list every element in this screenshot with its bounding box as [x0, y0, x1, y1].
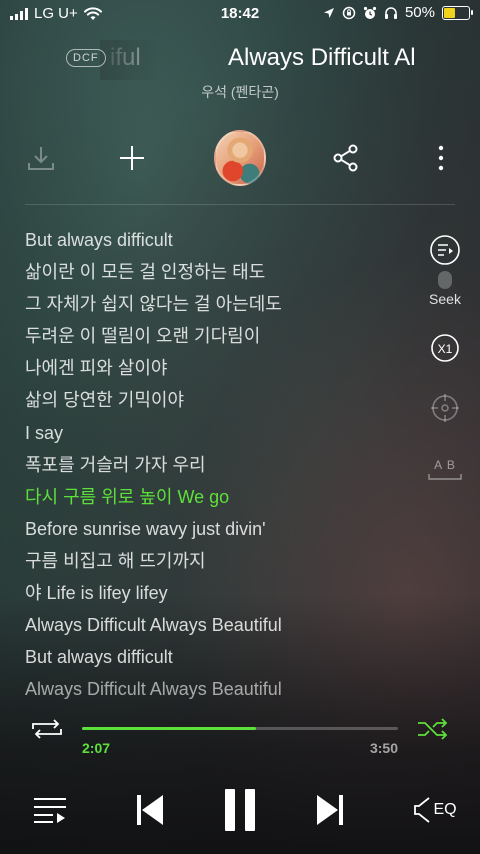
total-time: 3:50	[369, 740, 398, 756]
lyric-line[interactable]: 야 Life is lifey lifey	[25, 577, 405, 609]
playback-speed-button[interactable]: X1	[420, 333, 470, 368]
download-icon	[28, 147, 54, 170]
playlist-icon	[34, 798, 66, 823]
translate-button[interactable]: A B	[420, 458, 470, 481]
seek-switch[interactable]	[438, 271, 452, 289]
share-icon	[333, 144, 358, 172]
more-vertical-icon	[438, 145, 444, 171]
translate-underline-icon	[428, 474, 462, 480]
next-button[interactable]	[310, 780, 350, 840]
status-right: 50%	[323, 4, 473, 21]
title-row: iful DCF Always Difficult Al	[0, 40, 480, 80]
download-button[interactable]	[15, 130, 67, 186]
avatar	[214, 130, 266, 186]
lyrics-panel[interactable]: But always difficult 삶이란 이 모든 걸 인정하는 태도 그 …	[25, 224, 405, 705]
lyric-line[interactable]: But always difficult	[25, 641, 405, 673]
lyric-line[interactable]: I say	[25, 417, 405, 449]
lyric-line[interactable]: 나에겐 피와 살이야	[25, 352, 405, 384]
dcf-badge: DCF	[66, 49, 106, 67]
lyric-line-active[interactable]: 다시 구름 위로 높이 We go	[25, 481, 405, 513]
speed-label: X1	[438, 342, 453, 356]
plus-icon	[120, 146, 144, 170]
lyric-line[interactable]: Always Difficult Always Beautiful	[25, 673, 405, 705]
add-to-playlist-button[interactable]	[106, 130, 158, 186]
progress-area: 2:07 3:50	[30, 718, 450, 758]
shuffle-icon[interactable]	[416, 718, 450, 740]
share-button[interactable]	[320, 130, 372, 186]
current-time: 2:07	[82, 740, 111, 756]
pause-button[interactable]	[220, 780, 260, 840]
action-row	[0, 130, 480, 186]
lyric-line[interactable]: 그 자체가 쉽지 않다는 걸 아는데도	[25, 288, 405, 320]
seek-label: Seek	[429, 291, 461, 307]
skip-previous-icon	[137, 795, 163, 825]
locate-lyric-button[interactable]	[420, 393, 470, 428]
status-bar: LG U+ 18:42 50%	[0, 0, 480, 28]
translate-label: A B	[434, 458, 456, 472]
seek-icon	[430, 235, 460, 265]
location-icon	[323, 7, 334, 18]
lyric-line[interactable]: 폭포를 거슬러 가자 우리	[25, 449, 405, 481]
previous-button[interactable]	[130, 780, 170, 840]
lyric-line[interactable]: Before sunrise wavy just divin'	[25, 513, 405, 545]
lyric-line[interactable]: 두려운 이 떨림이 오랜 기다림이	[25, 320, 405, 352]
divider	[25, 204, 455, 205]
eq-label: EQ	[433, 801, 457, 818]
battery-percent: 50%	[404, 4, 435, 21]
artist-name[interactable]: 우석 (펜타곤)	[0, 82, 480, 102]
speed-icon: X1	[431, 334, 459, 362]
skip-next-icon	[317, 795, 343, 825]
headphones-icon	[384, 6, 397, 19]
track-title: Always Difficult Al	[228, 44, 416, 71]
battery-icon	[442, 5, 473, 20]
lyric-line[interactable]: 삶의 당연한 기믹이야	[25, 384, 405, 416]
alarm-icon	[363, 6, 377, 19]
playback-controls: EQ	[0, 780, 480, 840]
repeat-icon[interactable]	[30, 718, 64, 740]
seek-bar[interactable]	[82, 727, 398, 730]
lyric-line[interactable]: Always Difficult Always Beautiful	[25, 609, 405, 641]
crosshair-icon	[431, 394, 459, 422]
rotation-lock-icon	[342, 6, 356, 19]
equalizer-button[interactable]: EQ	[410, 780, 460, 840]
artist-avatar-button[interactable]	[214, 130, 266, 186]
lyric-line[interactable]: 삶이란 이 모든 걸 인정하는 태도	[25, 256, 405, 288]
pause-icon	[225, 789, 255, 831]
more-options-button[interactable]	[415, 130, 467, 186]
speaker-icon	[414, 797, 430, 823]
seek-toggle[interactable]: Seek	[420, 234, 470, 307]
lyric-line[interactable]: But always difficult	[25, 224, 405, 256]
lyric-line[interactable]: 구름 비집고 해 뜨기까지	[25, 545, 405, 577]
playlist-button[interactable]	[30, 780, 70, 840]
